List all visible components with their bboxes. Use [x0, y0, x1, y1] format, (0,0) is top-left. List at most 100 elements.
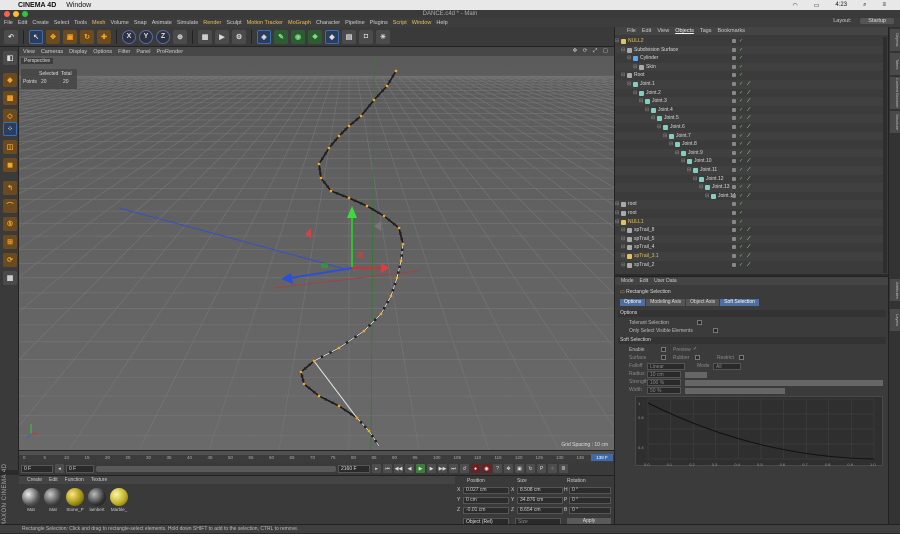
- object-name[interactable]: Joint.13: [712, 183, 730, 192]
- object-name[interactable]: spTrail_4: [634, 243, 654, 252]
- record-icon[interactable]: ●: [471, 464, 480, 473]
- enabled-check-icon[interactable]: ✓: [739, 226, 743, 235]
- layer-dot-icon[interactable]: [732, 73, 736, 78]
- expand-toggle-icon[interactable]: ⊟: [651, 114, 655, 123]
- object-name[interactable]: NULL2: [628, 37, 644, 46]
- enabled-check-icon[interactable]: ✓: [739, 63, 743, 72]
- object-row[interactable]: ⊟ Joint.12 ✓ ⟋: [615, 175, 887, 184]
- expand-toggle-icon[interactable]: ⊟: [645, 106, 649, 115]
- expand-toggle-icon[interactable]: ⊟: [627, 80, 631, 89]
- menu-motion-tracker[interactable]: Motion Tracker: [247, 20, 283, 26]
- next-key-icon[interactable]: ▶▶: [438, 464, 447, 473]
- viewport-scene[interactable]: [19, 56, 614, 450]
- layer-dot-icon[interactable]: [732, 159, 736, 164]
- menu-snap[interactable]: Snap: [134, 20, 147, 26]
- enabled-check-icon[interactable]: ✓: [739, 140, 743, 149]
- object-row[interactable]: ⊟ Joint.8 ✓ ⟋: [615, 140, 887, 149]
- layer-dot-icon[interactable]: [732, 56, 736, 61]
- layer-dot-icon[interactable]: [732, 219, 736, 224]
- motion-mode-icon[interactable]: ≣: [559, 464, 568, 473]
- enabled-check-icon[interactable]: ✓: [739, 80, 743, 89]
- viewport-menu-display[interactable]: Display: [69, 49, 87, 55]
- close-window-button[interactable]: [4, 11, 10, 17]
- rotation-field[interactable]: 0 °: [569, 487, 611, 494]
- object-name[interactable]: Joint.11: [700, 166, 717, 175]
- layer-dot-icon[interactable]: [732, 90, 736, 95]
- viewport-menu-view[interactable]: View: [23, 49, 35, 55]
- attribute-tab-object-axis[interactable]: Object Axis: [686, 299, 720, 306]
- falloff-graph[interactable]: 0.0 0.1 0.2 0.3 0.4 0.5 0.6 0.7 0.8 0.9 1.0 1 0.8 0.4: [635, 396, 884, 467]
- falloff-curve[interactable]: 0.0 0.1 0.2 0.3 0.4 0.5 0.6 0.7 0.8 0.9 1.0 1 0.8 0.4: [636, 397, 884, 467]
- object-name[interactable]: Joint.7: [676, 132, 691, 141]
- loop-icon[interactable]: ↺: [460, 464, 469, 473]
- enabled-check-icon[interactable]: ✓: [739, 183, 743, 192]
- tag-icon[interactable]: ⟋: [747, 141, 753, 147]
- move-icon[interactable]: ✥: [46, 29, 60, 44]
- enabled-check-icon[interactable]: ✓: [739, 132, 743, 141]
- layer-dot-icon[interactable]: [732, 142, 736, 147]
- tag-icon[interactable]: ⟋: [747, 133, 753, 139]
- enabled-check-icon[interactable]: ✓: [739, 209, 743, 218]
- layer-dot-icon[interactable]: [732, 176, 736, 181]
- enabled-check-icon[interactable]: ✓: [739, 175, 743, 184]
- tag-icon[interactable]: ⟋: [747, 176, 753, 182]
- prev-key-icon[interactable]: ◀◀: [394, 464, 403, 473]
- object-row[interactable]: ⊟ Root ✓: [615, 71, 887, 80]
- enabled-check-icon[interactable]: ✓: [739, 54, 743, 63]
- key-scale-icon[interactable]: ▣: [515, 464, 524, 473]
- expand-toggle-icon[interactable]: ⊟: [615, 37, 619, 46]
- object-menu-edit[interactable]: Edit: [642, 28, 651, 34]
- object-list[interactable]: ⊟ NULL2 ✓ ⊟ Subdivision Surface ✓ ⊟ Cylinder ✓ ⊟ S…: [615, 37, 887, 273]
- falloff-dropdown[interactable]: Linear: [647, 363, 685, 370]
- strength-slider[interactable]: [685, 380, 883, 386]
- step-down-icon[interactable]: ◂: [55, 464, 64, 473]
- material-swatch[interactable]: lambert: [87, 488, 107, 512]
- layer-dot-icon[interactable]: [732, 150, 736, 155]
- expand-toggle-icon[interactable]: ⊟: [621, 226, 625, 235]
- material-swatch[interactable]: Mat: [21, 488, 41, 512]
- layer-dot-icon[interactable]: [732, 47, 736, 52]
- attribute-tab-options[interactable]: Options: [620, 299, 646, 306]
- tag-icon[interactable]: ⟋: [747, 193, 753, 199]
- object-name[interactable]: Joint.3: [652, 97, 667, 106]
- menu-mograph[interactable]: MoGraph: [288, 20, 311, 26]
- layer-dot-icon[interactable]: [732, 193, 736, 198]
- object-row[interactable]: ⊟ Joint.7 ✓ ⟋: [615, 131, 887, 141]
- object-menu-tags[interactable]: Tags: [700, 28, 712, 34]
- tag-icon[interactable]: ⟋: [747, 158, 753, 164]
- enabled-check-icon[interactable]: ✓: [739, 114, 743, 123]
- radius-field[interactable]: 10 cm: [647, 371, 681, 378]
- object-row[interactable]: ⊟ Joint.4 ✓ ⟋: [615, 106, 887, 115]
- tag-icon[interactable]: ⟋: [747, 98, 753, 104]
- object-name[interactable]: Joint.8: [682, 140, 697, 149]
- y-axis-lock-button[interactable]: Y: [139, 29, 153, 44]
- spline-pen-icon[interactable]: ✎: [274, 29, 288, 44]
- perspective-viewport[interactable]: Perspective Selected Total Points 20 20 …: [19, 56, 614, 450]
- enable-axis-icon[interactable]: ↰: [3, 181, 17, 195]
- mac-app-name[interactable]: CINEMA 4D: [18, 2, 56, 9]
- battery-icon[interactable]: ▭: [814, 2, 820, 9]
- expand-toggle-icon[interactable]: ⊟: [627, 54, 631, 63]
- object-name[interactable]: Root: [634, 71, 645, 80]
- material-menu-function[interactable]: Function: [65, 477, 84, 483]
- prev-frame-icon[interactable]: ◀: [405, 464, 414, 473]
- object-row[interactable]: ⊟ Subdivision Surface ✓: [615, 45, 887, 55]
- object-row[interactable]: ⊟ spTrail_8 ✓ ⟋: [615, 226, 887, 235]
- mac-clock[interactable]: 4:23: [835, 2, 847, 8]
- menu-file[interactable]: File: [4, 20, 13, 26]
- layer-dot-icon[interactable]: [732, 64, 736, 69]
- spotlight-icon[interactable]: ⌕: [863, 2, 866, 9]
- layer-dot-icon[interactable]: [732, 133, 736, 138]
- object-name[interactable]: Subdivision Surface: [634, 46, 678, 55]
- tweak-mode-icon[interactable]: ⌒: [3, 199, 17, 213]
- polygons-mode-icon[interactable]: ◼: [3, 158, 17, 172]
- material-menu-texture[interactable]: Texture: [91, 477, 107, 483]
- object-row[interactable]: ⊟ Joint.11 ✓ ⟋: [615, 166, 887, 175]
- key-rotation-icon[interactable]: ↻: [526, 464, 535, 473]
- z-axis-lock-button[interactable]: Z: [156, 29, 170, 44]
- tag-icon[interactable]: ⟋: [747, 107, 753, 113]
- play-button-icon[interactable]: ▶: [416, 464, 425, 473]
- dock-tab-structure[interactable]: Structure: [890, 111, 900, 133]
- wifi-icon[interactable]: ◠: [793, 2, 798, 9]
- object-row[interactable]: ⊟ spTrail_4 ✓ ⟋: [615, 243, 887, 252]
